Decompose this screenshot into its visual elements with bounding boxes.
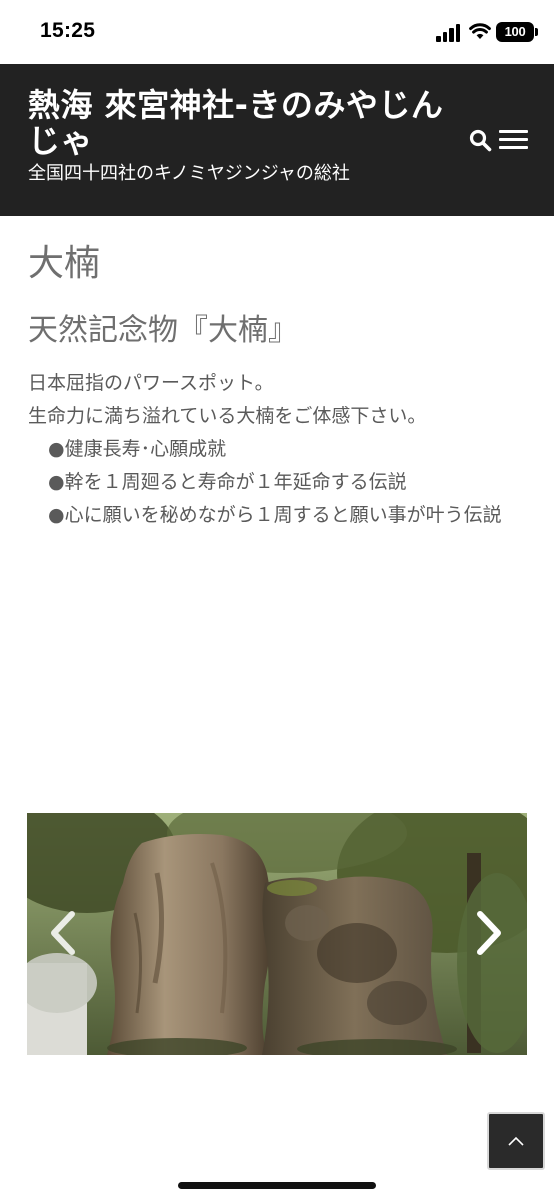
back-to-top-button[interactable]	[487, 1112, 545, 1170]
cellular-signal-icon	[436, 24, 462, 42]
chevron-right-icon[interactable]	[472, 908, 506, 958]
photo-giant-camphor-tree	[27, 813, 527, 1055]
page-title: 大楠	[28, 243, 101, 284]
site-header: 熱海 來宮神社-きのみやじんじゃ 全国四十四社のキノミヤジンジャの総社	[0, 64, 554, 216]
battery-level: 100	[504, 24, 526, 39]
list-item: ●幹を１周廻ると寿命が１年延命する伝説	[48, 471, 407, 493]
paragraph: 生命力に満ち溢れている大楠をご体感下さい。	[28, 405, 427, 427]
chevron-up-icon	[508, 1136, 524, 1146]
list-item: ●健康長寿･心願成就	[48, 438, 227, 460]
battery-icon: 100	[496, 22, 538, 42]
menu-icon[interactable]	[499, 130, 528, 150]
status-time: 15:25	[40, 19, 96, 42]
site-tagline: 全国四十四社のキノミヤジンジャの総社	[28, 163, 350, 184]
site-title[interactable]: 熱海 來宮神社-きのみやじんじゃ	[28, 87, 458, 159]
chevron-left-icon[interactable]	[46, 908, 80, 958]
article-body: 日本屈指のパワースポット。 生命力に満ち溢れている大楠をご体感下さい。 ●健康長…	[28, 367, 528, 532]
home-indicator	[178, 1182, 376, 1189]
paragraph: 日本屈指のパワースポット。	[28, 372, 274, 394]
section-heading: 天然記念物『大楠』	[28, 313, 298, 348]
wifi-icon	[469, 23, 491, 39]
status-bar: 15:25 100	[0, 0, 554, 64]
image-slider[interactable]	[27, 813, 527, 1055]
search-icon[interactable]	[468, 128, 492, 152]
list-item: ●心に願いを秘めながら１周すると願い事が叶う伝説	[48, 504, 502, 526]
